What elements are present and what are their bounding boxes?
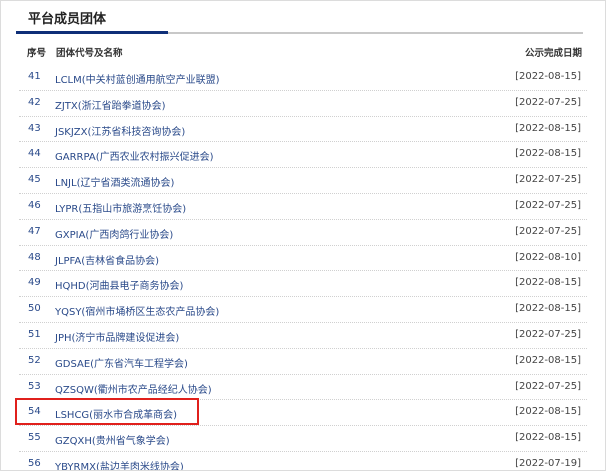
publish-date: [2022-07-25] [515, 225, 581, 237]
list-item[interactable]: 49 HQHD(河曲县电子商务协会) [2022-08-15] [19, 271, 587, 298]
list-item[interactable]: 45 LNJL(辽宁省酒类流通协会) [2022-07-25] [19, 168, 587, 194]
row-number: 44 [28, 148, 41, 160]
list-item[interactable]: 47 GXPIA(广西肉鸽行业协会) [2022-07-25] [19, 220, 587, 246]
publish-date: [2022-07-25] [515, 174, 581, 186]
title-accent-bar [16, 31, 168, 34]
column-header-row: 序号 团体代号及名称 公示完成日期 [1, 45, 605, 61]
member-name-link[interactable]: JLPFA(吉林省食品协会) [55, 252, 159, 267]
member-name-link[interactable]: QZSQW(衢州市农产品经纪人协会) [55, 381, 212, 396]
member-name-link[interactable]: GZQXH(贵州省气象学会) [55, 432, 170, 447]
column-header-date: 公示完成日期 [524, 48, 582, 59]
list-item[interactable]: 43 JSKJZX(江苏省科技咨询协会) [2022-08-15] [19, 117, 587, 143]
row-number: 47 [28, 225, 41, 237]
publish-date: [2022-07-25] [515, 380, 581, 392]
member-name-link[interactable]: GXPIA(广西肉鸽行业协会) [55, 226, 173, 241]
member-name-link[interactable]: GARRPA(广西农业农村振兴促进会) [55, 148, 214, 163]
row-number: 41 [28, 71, 41, 82]
row-number: 51 [28, 328, 41, 340]
list-item[interactable]: 53 QZSQW(衢州市农产品经纪人协会) [2022-07-25] [19, 375, 587, 401]
publish-date: [2022-07-25] [515, 96, 581, 108]
member-name-link[interactable]: GDSAE(广东省汽车工程学会) [55, 355, 188, 370]
column-header-no: 序号 [27, 48, 47, 59]
row-number: 42 [28, 96, 41, 108]
member-name-link[interactable]: LYPR(五指山市旅游烹饪协会) [55, 200, 186, 215]
publish-date: [2022-07-25] [515, 328, 581, 340]
publish-date: [2022-08-15] [515, 406, 581, 418]
member-name-link[interactable]: YBYRMX(盐边羊肉米线协会) [55, 458, 184, 470]
list-item[interactable]: 50 YQSY(宿州市埇桥区生态农产品协会) [2022-08-15] [19, 297, 587, 323]
column-header-name: 团体代号及名称 [56, 48, 123, 59]
member-name-link[interactable]: JSKJZX(江苏省科技咨询协会) [55, 123, 185, 138]
member-name-link[interactable]: HQHD(河曲县电子商务协会) [55, 277, 183, 292]
list-item[interactable]: 46 LYPR(五指山市旅游烹饪协会) [2022-07-25] [19, 194, 587, 220]
member-name-link[interactable]: YQSY(宿州市埇桥区生态农产品协会) [55, 303, 219, 318]
list-item[interactable]: 41 LCLM(中关村蓝创通用航空产业联盟) [2022-08-15] [19, 65, 587, 91]
member-name-link[interactable]: LNJL(辽宁省酒类流通协会) [55, 174, 174, 189]
member-name-link[interactable]: LCLM(中关村蓝创通用航空产业联盟) [55, 71, 220, 86]
publish-date: [2022-08-15] [515, 303, 581, 315]
member-name-link[interactable]: JPH(济宁市品牌建设促进会) [55, 329, 179, 344]
member-name-link[interactable]: ZJTX(浙江省跆拳道协会) [55, 97, 166, 112]
list-item[interactable]: 51 JPH(济宁市品牌建设促进会) [2022-07-25] [19, 323, 587, 349]
row-number: 53 [28, 380, 41, 392]
row-number: 54 [28, 406, 41, 418]
member-list-panel: 平台成员团体 序号 团体代号及名称 公示完成日期 41 LCLM(中关村蓝创通用航… [0, 0, 606, 471]
row-number: 56 [28, 457, 41, 469]
publish-date: [2022-07-25] [515, 199, 581, 211]
list-item[interactable]: 55 GZQXH(贵州省气象学会) [2022-08-15] [19, 426, 587, 452]
list-item[interactable]: 56 YBYRMX(盐边羊肉米线协会) [2022-07-19] [19, 452, 587, 470]
list-item[interactable]: 44 GARRPA(广西农业农村振兴促进会) [2022-08-15] [19, 142, 587, 169]
row-number: 49 [28, 277, 41, 289]
row-number: 43 [28, 122, 41, 134]
section-header: 平台成员团体 [1, 1, 605, 35]
list-item[interactable]: 42 ZJTX(浙江省跆拳道协会) [2022-07-25] [19, 91, 587, 117]
publish-date: [2022-07-19] [515, 457, 581, 469]
row-number: 45 [28, 174, 41, 186]
row-number: 55 [28, 432, 41, 444]
list-item[interactable]: 54 LSHCG(丽水市合成革商会) [2022-08-15] [19, 400, 587, 427]
publish-date: [2022-08-10] [515, 251, 581, 263]
list-item[interactable]: 52 GDSAE(广东省汽车工程学会) [2022-08-15] [19, 349, 587, 375]
publish-date: [2022-08-15] [515, 432, 581, 444]
publish-date: [2022-08-15] [515, 122, 581, 134]
row-number: 52 [28, 354, 41, 366]
member-list: 41 LCLM(中关村蓝创通用航空产业联盟) [2022-08-15] 42 ZJTX(… [1, 65, 605, 470]
publish-date: [2022-08-15] [515, 71, 581, 82]
row-number: 48 [28, 251, 41, 263]
publish-date: [2022-08-15] [515, 277, 581, 289]
list-item[interactable]: 48 JLPFA(吉林省食品协会) [2022-08-10] [19, 246, 587, 272]
publish-date: [2022-08-15] [515, 354, 581, 366]
section-title: 平台成员团体 [28, 12, 107, 27]
row-number: 46 [28, 199, 41, 211]
publish-date: [2022-08-15] [515, 148, 581, 160]
member-name-link[interactable]: LSHCG(丽水市合成革商会) [55, 406, 177, 421]
row-number: 50 [28, 303, 41, 315]
